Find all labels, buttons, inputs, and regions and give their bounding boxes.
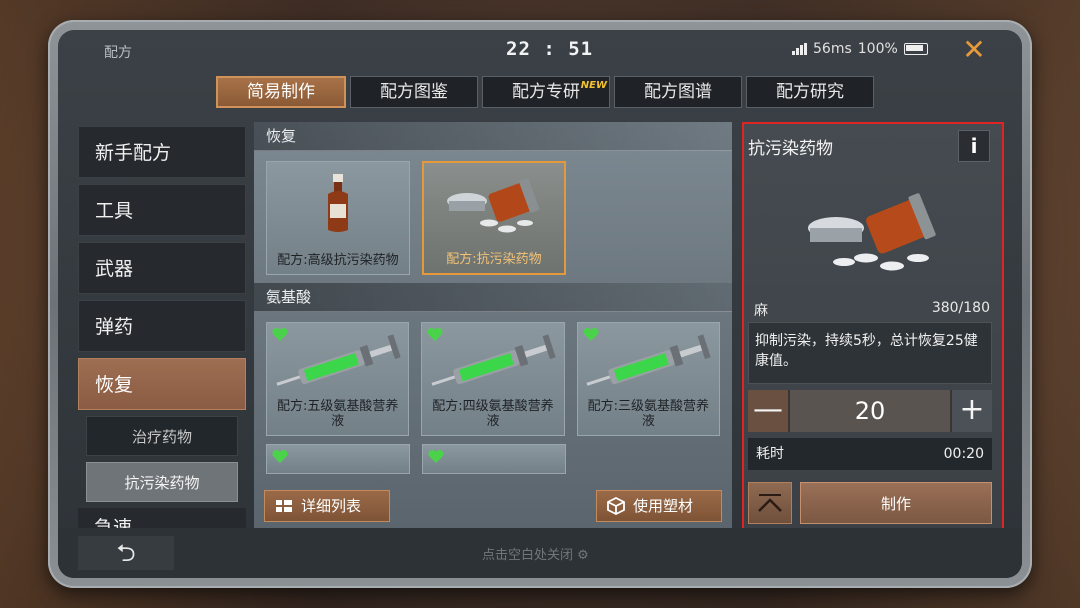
category-sidebar: 新手配方 工具 武器 弹药 恢复 治疗药物 抗污染药物 急速 [78,126,246,538]
crafting-screen: 配方 22 : 51 56ms 100% ✕ 简易制作 配方图鉴 配方专研 NEW… [58,30,1022,578]
sidebar-subitem-healing[interactable]: 治疗药物 [86,416,238,456]
material-count: 380/180 [931,300,990,316]
heart-icon [428,450,444,463]
recipe-card-label: 配方:三级氨基酸营养液 [587,399,710,429]
status-bar: 配方 22 : 51 56ms 100% ✕ [58,30,1022,70]
item-title: 抗污染药物 [748,139,833,159]
recipe-card-selected[interactable]: 配方:抗污染药物 [422,161,566,275]
amino-cards: 配方:五级氨基酸营养液 配方:四级氨基酸营养液 配方:三级氨基酸营养液 [254,312,732,444]
info-icon: i [970,134,978,158]
quantity-value[interactable]: 20 [788,390,952,432]
close-hint[interactable]: 点击空白处关闭 ⚙ [482,544,589,563]
close-hint-text: 点击空白处关闭 [482,548,574,563]
pill-bottle-icon [447,178,540,233]
amino-cards-partial [254,444,732,482]
cube-icon [607,497,625,515]
recipe-card-label: 配方:抗污染药物 [446,252,542,267]
sidebar-item-recovery[interactable]: 恢复 [78,358,246,410]
footer-bar: ⮌ 点击空白处关闭 ⚙ [58,528,1022,578]
craft-button[interactable]: 制作 [800,482,992,524]
time-label: 耗时 [756,446,784,462]
recipe-card[interactable]: 配方:五级氨基酸营养液 [266,322,410,436]
item-detail-panel: 抗污染药物 i 麻 380/180 抑制污染，持续5秒，总计恢复25健康值。 —… [742,122,1004,532]
tab-label: 配方专研 [512,82,580,102]
recipe-card-partial[interactable] [422,444,566,474]
recipe-card-label: 配方:四级氨基酸营养液 [432,399,554,429]
craft-time-row: 耗时 00:20 [748,438,992,470]
detail-list-label: 详细列表 [301,497,362,515]
tab-recipe-research-special[interactable]: 配方专研 NEW [482,76,610,108]
tab-recipe-catalog[interactable]: 配方图鉴 [350,76,478,108]
syringe-icon [276,334,401,386]
recipe-card-partial[interactable] [266,444,410,474]
item-description: 抑制污染，持续5秒，总计恢复25健康值。 [748,322,992,384]
sidebar-item-weapons[interactable]: 武器 [78,242,246,294]
tab-label: 配方研究 [776,82,844,102]
section-header-amino: 氨基酸 [254,283,732,312]
recipe-card-label: 配方:五级氨基酸营养液 [276,399,399,429]
close-button[interactable]: ✕ [958,34,990,66]
use-plastic-label: 使用塑材 [633,497,694,515]
plus-icon: + [959,392,985,427]
syringe-icon [431,334,556,386]
tab-simple-craft[interactable]: 简易制作 [216,76,346,108]
collapse-button[interactable] [748,482,792,524]
close-icon: ✕ [962,33,986,66]
gear-icon: ⚙ [577,548,589,563]
grid-list-icon [276,500,292,512]
time-value: 00:20 [943,446,984,462]
recovery-cards: 配方:高级抗污染药物 配方:抗污染药物 [254,151,732,283]
detail-list-button[interactable]: 详细列表 [264,490,390,522]
sidebar-item-tools[interactable]: 工具 [78,184,246,236]
sidebar-item-newbie[interactable]: 新手配方 [78,126,246,178]
increase-button[interactable]: + [952,390,992,432]
recipe-grid: 恢复 配方:高级抗污染药物 配方:抗污染药物 氨基酸 配方:五级氨基酸营养液 配… [254,122,732,528]
tab-label: 配方图鉴 [380,82,448,102]
signal-icon [792,43,807,55]
tab-bar: 简易制作 配方图鉴 配方专研 NEW 配方图谱 配方研究 [216,76,874,108]
sidebar-subitem-anti-pollution[interactable]: 抗污染药物 [86,462,238,502]
back-button[interactable]: ⮌ [78,536,174,570]
recipe-card[interactable]: 配方:四级氨基酸营养液 [421,322,565,436]
heart-icon [272,450,288,463]
collapse-up-icon [758,494,782,512]
info-button[interactable]: i [958,130,990,162]
recipe-card-label: 配方:高级抗污染药物 [277,253,399,268]
tab-label: 简易制作 [247,82,315,102]
clock: 22 : 51 [506,38,594,60]
app-title: 配方 [104,45,132,61]
battery-text: 100% [857,41,898,57]
pill-bottle-icon [808,193,936,271]
new-badge: NEW [580,80,607,91]
back-arrow-icon: ⮌ [116,539,136,567]
tab-recipe-research[interactable]: 配方研究 [746,76,874,108]
recipe-card[interactable]: 配方:三级氨基酸营养液 [576,322,720,436]
section-header-recovery: 恢复 [254,122,732,151]
ping-text: 56ms [813,41,852,57]
recipe-card[interactable]: 配方:高级抗污染药物 [266,161,410,275]
decrease-button[interactable]: — [748,390,788,432]
quantity-stepper: — 20 + [748,390,992,432]
battery-icon [903,43,928,55]
minus-icon: — [753,392,783,427]
material-name: 麻 [754,303,768,319]
network-status: 56ms 100% [792,41,928,57]
use-plastic-button[interactable]: 使用塑材 [596,490,722,522]
tab-label: 配方图谱 [644,82,712,102]
tab-recipe-atlas[interactable]: 配方图谱 [614,76,742,108]
grid-actions: 详细列表 使用塑材 [254,490,732,528]
bottle-icon [328,174,348,232]
syringe-icon [586,334,711,386]
material-row: 麻 380/180 [754,300,990,320]
sidebar-item-ammo[interactable]: 弹药 [78,300,246,352]
